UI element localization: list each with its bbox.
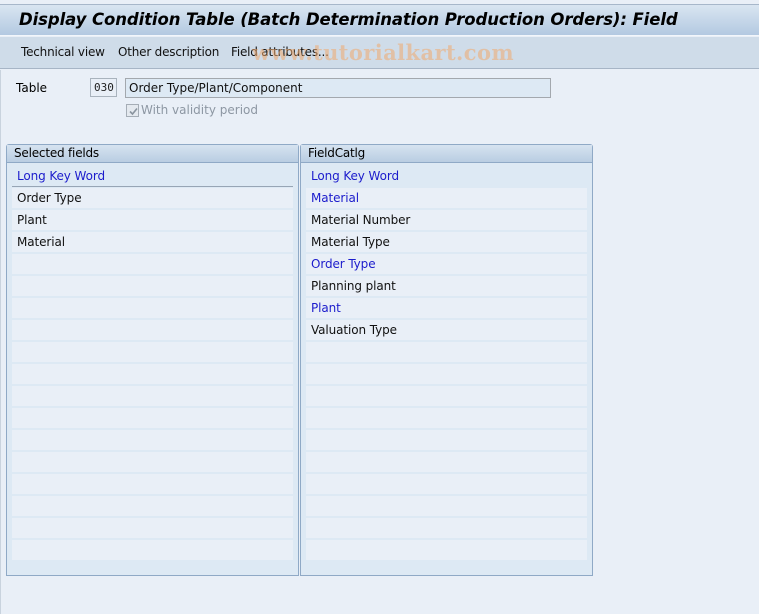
validity-period-label: With validity period bbox=[141, 103, 258, 117]
selected-fields-list: Long Key Word Order Type Plant Material bbox=[12, 166, 293, 562]
field-catalog-panel: FieldCatlg Long Key Word Material Materia… bbox=[300, 144, 593, 576]
selected-field-empty-row[interactable] bbox=[12, 452, 293, 472]
field-catalog-empty-row[interactable] bbox=[306, 364, 587, 384]
title-bar: Display Condition Table (Batch Determina… bbox=[0, 4, 759, 36]
selected-field-empty-row[interactable] bbox=[12, 540, 293, 560]
selected-field-empty-row[interactable] bbox=[12, 474, 293, 494]
selected-field-empty-row[interactable] bbox=[12, 298, 293, 318]
field-catalog-row[interactable]: Material bbox=[306, 188, 587, 208]
field-catalog-row[interactable]: Material Type bbox=[306, 232, 587, 252]
field-catalog-row[interactable]: Valuation Type bbox=[306, 320, 587, 340]
application-toolbar: Technical view Other description Field a… bbox=[0, 37, 759, 69]
selected-field-empty-row[interactable] bbox=[12, 518, 293, 538]
field-catalog-empty-row[interactable] bbox=[306, 342, 587, 362]
left-edge-divider bbox=[0, 70, 3, 614]
field-catalog-empty-row[interactable] bbox=[306, 540, 587, 560]
field-catalog-row[interactable]: Order Type bbox=[306, 254, 587, 274]
field-catalog-column-header[interactable]: Long Key Word bbox=[306, 166, 587, 186]
selected-field-empty-row[interactable] bbox=[12, 408, 293, 428]
selected-field-empty-row[interactable] bbox=[12, 386, 293, 406]
table-label: Table bbox=[16, 81, 48, 95]
field-catalog-row[interactable]: Planning plant bbox=[306, 276, 587, 296]
validity-period-checkbox bbox=[126, 103, 139, 117]
field-catalog-row[interactable]: Plant bbox=[306, 298, 587, 318]
field-catalog-empty-row[interactable] bbox=[306, 474, 587, 494]
table-code-field: 030 bbox=[90, 78, 117, 97]
selected-fields-title: Selected fields bbox=[7, 145, 298, 163]
field-catalog-row[interactable]: Material Number bbox=[306, 210, 587, 230]
field-catalog-list: Long Key Word Material Material Number Mat… bbox=[306, 166, 587, 562]
validity-period-checkbox-group: With validity period bbox=[126, 103, 258, 117]
table-description-field[interactable]: Order Type/Plant/Component bbox=[125, 78, 551, 98]
selected-fields-panel: Selected fields Long Key Word Order Type… bbox=[6, 144, 299, 576]
field-catalog-empty-row[interactable] bbox=[306, 386, 587, 406]
checkmark-icon bbox=[129, 107, 138, 115]
selected-field-row[interactable]: Material bbox=[12, 232, 293, 252]
selected-field-empty-row[interactable] bbox=[12, 364, 293, 384]
selected-field-empty-row[interactable] bbox=[12, 430, 293, 450]
field-catalog-title: FieldCatlg bbox=[301, 145, 592, 163]
technical-view-button[interactable]: Technical view bbox=[21, 45, 105, 59]
selected-field-empty-row[interactable] bbox=[12, 342, 293, 362]
selected-field-row[interactable]: Plant bbox=[12, 210, 293, 230]
field-catalog-empty-row[interactable] bbox=[306, 408, 587, 428]
field-catalog-empty-row[interactable] bbox=[306, 518, 587, 538]
selected-fields-column-header[interactable]: Long Key Word bbox=[12, 166, 293, 187]
field-attributes-button[interactable]: Field attributes... bbox=[231, 45, 329, 59]
other-description-button[interactable]: Other description bbox=[118, 45, 219, 59]
selected-field-empty-row[interactable] bbox=[12, 254, 293, 274]
field-catalog-empty-row[interactable] bbox=[306, 496, 587, 516]
window-title: Display Condition Table (Batch Determina… bbox=[19, 10, 678, 29]
selected-field-empty-row[interactable] bbox=[12, 320, 293, 340]
selected-field-row[interactable]: Order Type bbox=[12, 188, 293, 208]
selected-field-empty-row[interactable] bbox=[12, 276, 293, 296]
field-catalog-empty-row[interactable] bbox=[306, 452, 587, 472]
selected-field-empty-row[interactable] bbox=[12, 496, 293, 516]
field-catalog-empty-row[interactable] bbox=[306, 430, 587, 450]
